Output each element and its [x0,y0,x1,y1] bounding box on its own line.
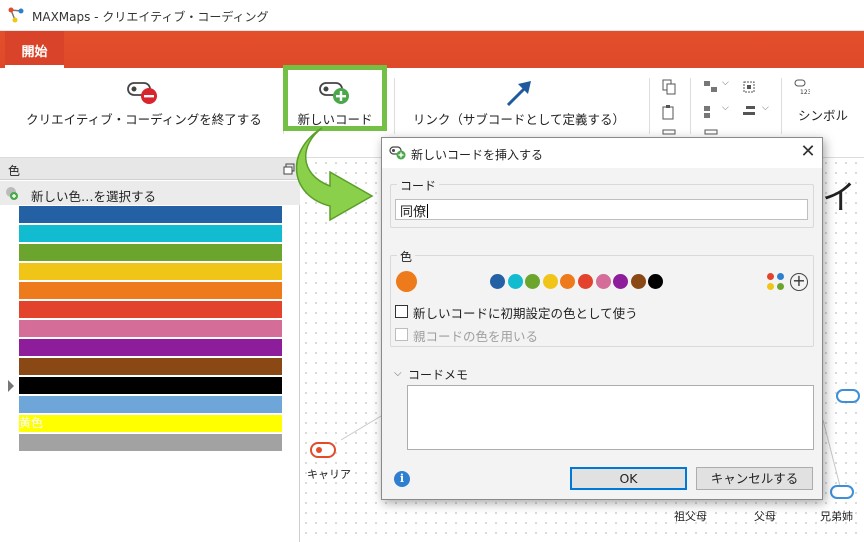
colors-panel-header [0,158,300,180]
grandparents-node-label[interactable]: 祖父母 [674,508,707,524]
parent-color-checkbox[interactable] [395,328,408,341]
callout-arrow-icon [295,127,374,222]
end-coding-icon [127,82,157,104]
career-node-icon[interactable] [310,442,336,458]
distribute-icon[interactable] [703,104,719,120]
code-name-input[interactable]: 同僚 [395,199,808,220]
code-number-icon[interactable]: 123 [794,79,810,95]
default-color-checkbox[interactable] [395,305,408,318]
window-title: MAXMaps - クリエイティブ・コーディング [32,10,269,24]
new-code-icon [319,82,349,104]
tab-home-label: 開始 [21,45,48,60]
symbol-label[interactable]: シンボル [798,105,848,124]
career-node-label[interactable]: キャリア [307,466,351,482]
new-code-icon [389,146,406,160]
canvas-title-fragment: イ [822,178,856,218]
close-icon[interactable]: ✕ [796,140,820,164]
default-color-label[interactable]: 新しいコードに初期設定の色として使う [413,303,638,322]
svg-text:123: 123 [800,89,810,95]
end-coding-label: クリエイティブ・コーディングを終了する [26,112,262,127]
info-icon[interactable]: i [394,471,410,487]
swatch-pointer-icon [8,380,14,392]
distribute-dropdown-chevron-icon[interactable]: ⌵ [722,103,729,113]
palette-color-dot[interactable] [490,274,505,289]
color-swatch-label: 黄色 [19,416,44,430]
add-color-icon [6,187,18,200]
ribbon-separator [781,78,782,134]
color-swatch[interactable] [19,206,282,223]
siblings-node-label[interactable]: 兄弟姉 [820,508,853,524]
app-logo-icon [8,7,24,23]
color-swatch[interactable] [19,225,282,242]
siblings-node-icon[interactable] [830,485,854,499]
colors-panel-title: 色 [8,164,21,178]
code-memo-textarea[interactable] [407,385,814,450]
parent-color-label[interactable]: 親コードの色を用いる [413,326,538,345]
color-swatch[interactable] [19,320,282,337]
fit-icon[interactable] [741,79,757,95]
color-palette-icon[interactable] [767,273,785,291]
palette-color-dot[interactable] [578,274,593,289]
code-memo-label[interactable]: コードメモ [408,366,468,383]
ribbon-separator [690,78,691,134]
color-swatch[interactable] [19,358,282,375]
color-swatch[interactable] [19,301,282,318]
ribbon-separator [649,78,650,134]
align-icon[interactable] [703,79,719,95]
copy-icon[interactable] [661,79,677,95]
align-dropdown-chevron-icon[interactable]: ⌵ [722,78,729,88]
color-swatch[interactable] [19,396,282,413]
add-color-button[interactable]: + [790,273,808,291]
select-new-color-label[interactable]: 新しい色…を選択する [31,186,156,205]
code-group-label: コード [397,177,440,194]
color-swatch[interactable]: 黄色 [19,415,282,432]
ribbon-tab-band [0,31,864,68]
tab-home[interactable]: 開始 [5,31,64,68]
end-creative-coding-button[interactable]: クリエイティブ・コーディングを終了する [16,76,272,132]
size-dropdown-chevron-icon[interactable]: ⌵ [762,103,769,113]
palette-color-dot[interactable] [630,274,646,289]
color-swatch[interactable] [19,244,282,261]
node-icon[interactable] [836,389,860,403]
color-swatch-list: 黄色 [19,206,282,453]
link-subcode-label: リンク（サブコードとして定義する） [412,112,626,127]
color-swatch[interactable] [19,263,282,280]
dialog-title: 新しいコードを挿入する [411,148,544,162]
code-name-value: 同僚 [400,205,427,220]
ribbon-separator [394,78,395,134]
palette-color-dot[interactable] [542,274,558,289]
parents-node-label[interactable]: 父母 [754,508,776,524]
paste-icon[interactable] [661,104,677,120]
color-group-label: 色 [397,248,416,265]
new-code-button[interactable]: 新しいコード [288,70,382,127]
palette-color-dot[interactable] [507,274,523,289]
palette-color-dot[interactable] [595,274,611,289]
current-color-swatch[interactable] [396,271,417,292]
color-swatch[interactable] [19,339,282,356]
chevron-down-icon[interactable]: ⌵ [394,368,402,379]
link-subcode-button[interactable]: リンク（サブコードとして定義する） [404,76,634,132]
arrow-up-right-icon [506,81,531,107]
color-swatch[interactable] [19,434,282,451]
cancel-button[interactable]: キャンセルする [696,467,813,490]
ok-button[interactable]: OK [570,467,687,490]
color-swatch[interactable] [19,282,282,299]
color-swatch[interactable] [19,377,282,394]
size-icon[interactable] [741,104,757,120]
